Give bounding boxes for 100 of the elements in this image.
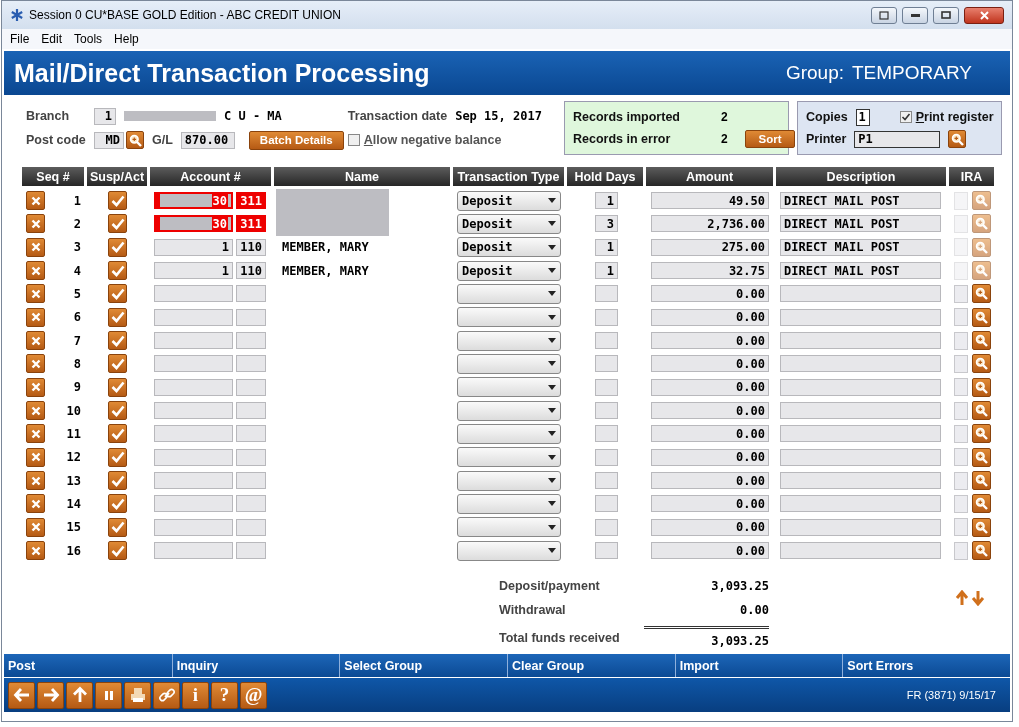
sequence-number: 6 [72,310,81,325]
records-count: 2 [721,110,728,124]
sequence-number: 7 [72,333,81,348]
total-value: 3,093.25 [710,577,769,595]
group-label: Group: [785,62,844,84]
sequence-number: 3 [72,240,81,255]
branch-name: C U - MA [224,109,282,123]
total-value: 0.00 [739,601,769,619]
menu-item[interactable]: Tools [74,32,103,46]
sequence-number: 16 [65,543,81,558]
function-key[interactable]: Post [4,654,172,678]
menu-item[interactable]: Edit [41,32,63,46]
amount-field[interactable]: 0.00 [651,495,769,513]
menu-item[interactable]: File [10,32,30,46]
sequence-number: 1 [72,193,81,208]
sequence-number: 15 [65,520,81,535]
description-field[interactable]: DIRECT MAIL POST [780,215,941,233]
function-key[interactable]: Inquiry [171,654,340,678]
sequence-number: 10 [65,403,81,418]
field-label: G/L [152,133,173,147]
column-header: Description [776,167,946,186]
transaction-type-dropdown[interactable]: Deposit [457,260,561,281]
amount-field[interactable]: 0.00 [651,378,769,396]
column-header: IRA [949,167,994,186]
transaction-type-dropdown[interactable]: Deposit [457,214,561,234]
page-title: Mail/Direct Transaction Processing [14,58,430,88]
amount-field[interactable]: 0.00 [651,355,769,373]
input-field[interactable]: 870.00 [180,131,235,149]
sequence-number: 14 [65,496,81,511]
field-label: Branch [26,109,71,123]
total-label: Total funds received [499,630,621,648]
member-name: MEMBER, MARY [282,263,369,278]
description-field[interactable]: DIRECT MAIL POST [780,262,941,280]
sequence-number: 8 [72,356,81,371]
sequence-number: 12 [65,450,81,465]
sequence-number: 5 [72,286,81,301]
toolbar-button[interactable]: @ [240,681,267,709]
hold-days-field[interactable]: 1 [595,262,618,280]
hold-days-field[interactable]: 1 [595,238,618,256]
column-header: Account # [150,167,271,186]
amount-field[interactable]: 0.00 [651,472,769,490]
sequence-number: 11 [65,426,81,441]
amount-field[interactable]: 0.00 [651,518,769,536]
column-header: Name [274,167,450,186]
transaction-date: Sep 15, 2017 [455,109,542,123]
hold-days-field[interactable]: 3 [595,215,618,233]
account-field[interactable]: 1 [154,262,233,280]
checkbox-label[interactable]: Print register [915,110,994,124]
field-label: Transaction date [347,109,448,123]
amount-field[interactable]: 0.00 [651,402,769,420]
input-field[interactable]: P1 [854,130,941,148]
toolbar-button[interactable]: i [182,681,209,709]
function-key[interactable]: Sort Errors [842,654,1010,678]
account-field[interactable]: 1 [154,238,233,256]
errors-count: 2 [721,132,729,146]
group-name: TEMPORARY [852,62,972,84]
function-key[interactable]: Clear Group [507,654,675,678]
suffix-field[interactable]: 311 [236,215,266,233]
amount-field[interactable]: 0.00 [651,308,769,326]
input-field[interactable]: 1 [855,108,870,126]
suffix-field[interactable]: 110 [236,238,266,256]
column-header: Transaction Type [453,167,564,186]
suffix-field[interactable]: 110 [236,262,266,280]
sequence-number: 9 [72,380,81,395]
member-name: MEMBER, MARY [282,240,369,255]
field-label: Copies [806,110,848,124]
field-label: Records imported [573,110,681,124]
suffix-field[interactable]: 311 [236,192,266,210]
amount-field[interactable]: 0.00 [651,332,769,350]
hold-days-field[interactable]: 1 [595,192,618,210]
sequence-number: 2 [72,217,81,231]
amount-field[interactable]: 32.75 [651,262,769,280]
function-key[interactable]: Select Group [339,654,507,678]
batch-details-button[interactable]: Batch Details [248,130,344,150]
description-field[interactable]: DIRECT MAIL POST [780,192,941,210]
input-field[interactable]: 1 [94,107,116,125]
status-text: FR (3871) 9/15/17 [906,689,996,702]
amount-field[interactable]: 0.00 [651,285,769,303]
account-field[interactable]: 30 [154,192,233,210]
amount-field[interactable]: 275.00 [651,238,769,256]
amount-field[interactable]: 0.00 [651,542,769,560]
column-header: Seq # [22,167,84,186]
transaction-type-dropdown[interactable]: Deposit [457,190,561,211]
column-header: Susp/Act [87,167,147,186]
amount-field[interactable]: 0.00 [651,425,769,443]
input-field[interactable]: MD [94,131,124,149]
column-header: Amount [646,167,773,186]
amount-field[interactable]: 0.00 [651,448,769,466]
function-key[interactable]: Import [674,654,843,678]
menu-item[interactable]: Help [114,32,139,46]
checkbox-label[interactable]: Allow negative balance [363,133,502,147]
total-label: Withdrawal [499,601,567,619]
field-label: Post code [26,133,86,147]
amount-field[interactable]: 2,736.00 [651,215,769,233]
column-header: Hold Days [567,167,643,186]
transaction-type-dropdown[interactable]: Deposit [457,237,561,258]
description-field[interactable]: DIRECT MAIL POST [780,238,941,256]
sort-button[interactable]: Sort [745,130,795,148]
amount-field[interactable]: 49.50 [651,192,769,210]
account-field[interactable]: 30 [154,215,233,233]
